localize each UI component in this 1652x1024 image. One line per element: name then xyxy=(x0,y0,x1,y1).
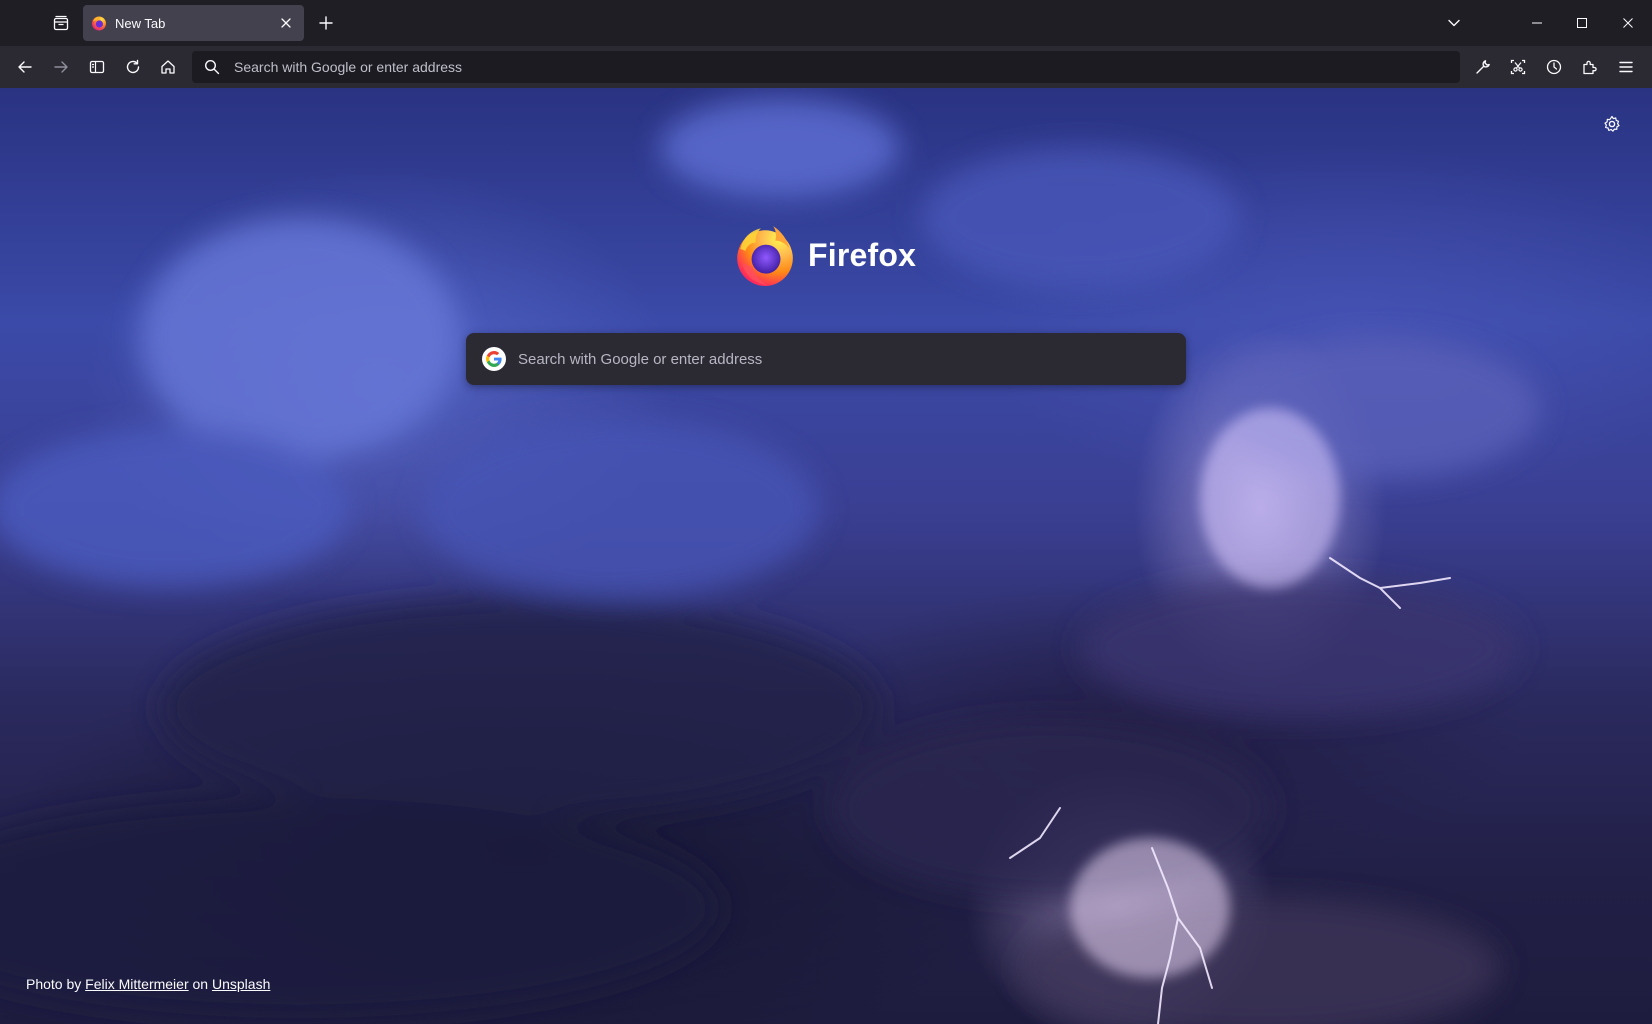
google-g-icon xyxy=(482,347,506,371)
sidebar-icon xyxy=(89,60,105,74)
wallpaper-attribution: Photo by Felix Mittermeier on Unsplash xyxy=(26,976,270,992)
puzzle-icon xyxy=(1583,60,1597,75)
chevron-down-icon xyxy=(1448,19,1460,27)
home-icon xyxy=(161,60,175,74)
reload-icon xyxy=(126,59,140,74)
tools-button[interactable] xyxy=(1468,53,1498,81)
firefox-view-button[interactable] xyxy=(46,10,76,36)
navigation-toolbar xyxy=(0,46,1652,88)
new-tab-search-input[interactable] xyxy=(518,350,1186,368)
firefox-logo-icon xyxy=(92,16,106,31)
browser-window: New Tab Search with Google or enter addr… xyxy=(0,0,1652,1024)
new-tab-page: Firefox Photo by Felix Mittermeier on Un… xyxy=(0,88,1652,1024)
forward-button[interactable] xyxy=(46,53,76,81)
personalize-settings-button[interactable] xyxy=(1596,108,1628,140)
back-button[interactable] xyxy=(10,53,40,81)
app-menu-button[interactable] xyxy=(1611,53,1641,81)
minimize-icon xyxy=(1532,22,1542,24)
tab-new-tab[interactable]: New Tab xyxy=(83,5,304,41)
firefox-view-icon xyxy=(53,15,69,31)
attribution-middle: on xyxy=(192,976,209,992)
close-icon xyxy=(1623,18,1633,28)
maximize-icon xyxy=(1577,18,1587,28)
home-button[interactable] xyxy=(153,53,183,81)
minimize-button[interactable] xyxy=(1514,0,1560,46)
url-input[interactable] xyxy=(234,59,1460,75)
back-arrow-icon xyxy=(18,61,32,73)
firefox-wordmark: Firefox xyxy=(808,236,917,273)
forward-arrow-icon xyxy=(54,61,68,73)
screenshot-button[interactable] xyxy=(1503,53,1533,81)
gear-icon xyxy=(1604,115,1620,132)
sidebar-button[interactable] xyxy=(82,53,112,81)
firefox-logo-icon xyxy=(737,226,793,286)
search-icon xyxy=(204,59,220,75)
maximize-button[interactable] xyxy=(1559,0,1605,46)
window-close-button[interactable] xyxy=(1605,0,1651,46)
firefox-logo: Firefox xyxy=(732,220,916,290)
new-tab-search-box[interactable] xyxy=(466,333,1186,385)
new-tab-button[interactable] xyxy=(312,10,340,36)
history-button[interactable] xyxy=(1539,53,1569,81)
plus-icon xyxy=(319,16,333,30)
url-bar[interactable] xyxy=(192,51,1460,83)
close-icon xyxy=(281,18,291,28)
hamburger-menu-icon xyxy=(1619,61,1633,73)
tab-strip: New Tab xyxy=(0,0,1652,46)
reload-button[interactable] xyxy=(118,53,148,81)
attribution-prefix: Photo by xyxy=(26,976,82,992)
history-clock-icon xyxy=(1546,59,1562,75)
list-all-tabs-button[interactable] xyxy=(1440,10,1468,36)
photographer-link[interactable]: Felix Mittermeier xyxy=(85,976,188,992)
tab-close-button[interactable] xyxy=(276,13,296,33)
screenshot-icon xyxy=(1510,59,1526,75)
extensions-button[interactable] xyxy=(1575,53,1605,81)
wrench-icon xyxy=(1476,60,1490,74)
unsplash-link[interactable]: Unsplash xyxy=(212,976,270,992)
tab-title: New Tab xyxy=(115,15,166,31)
